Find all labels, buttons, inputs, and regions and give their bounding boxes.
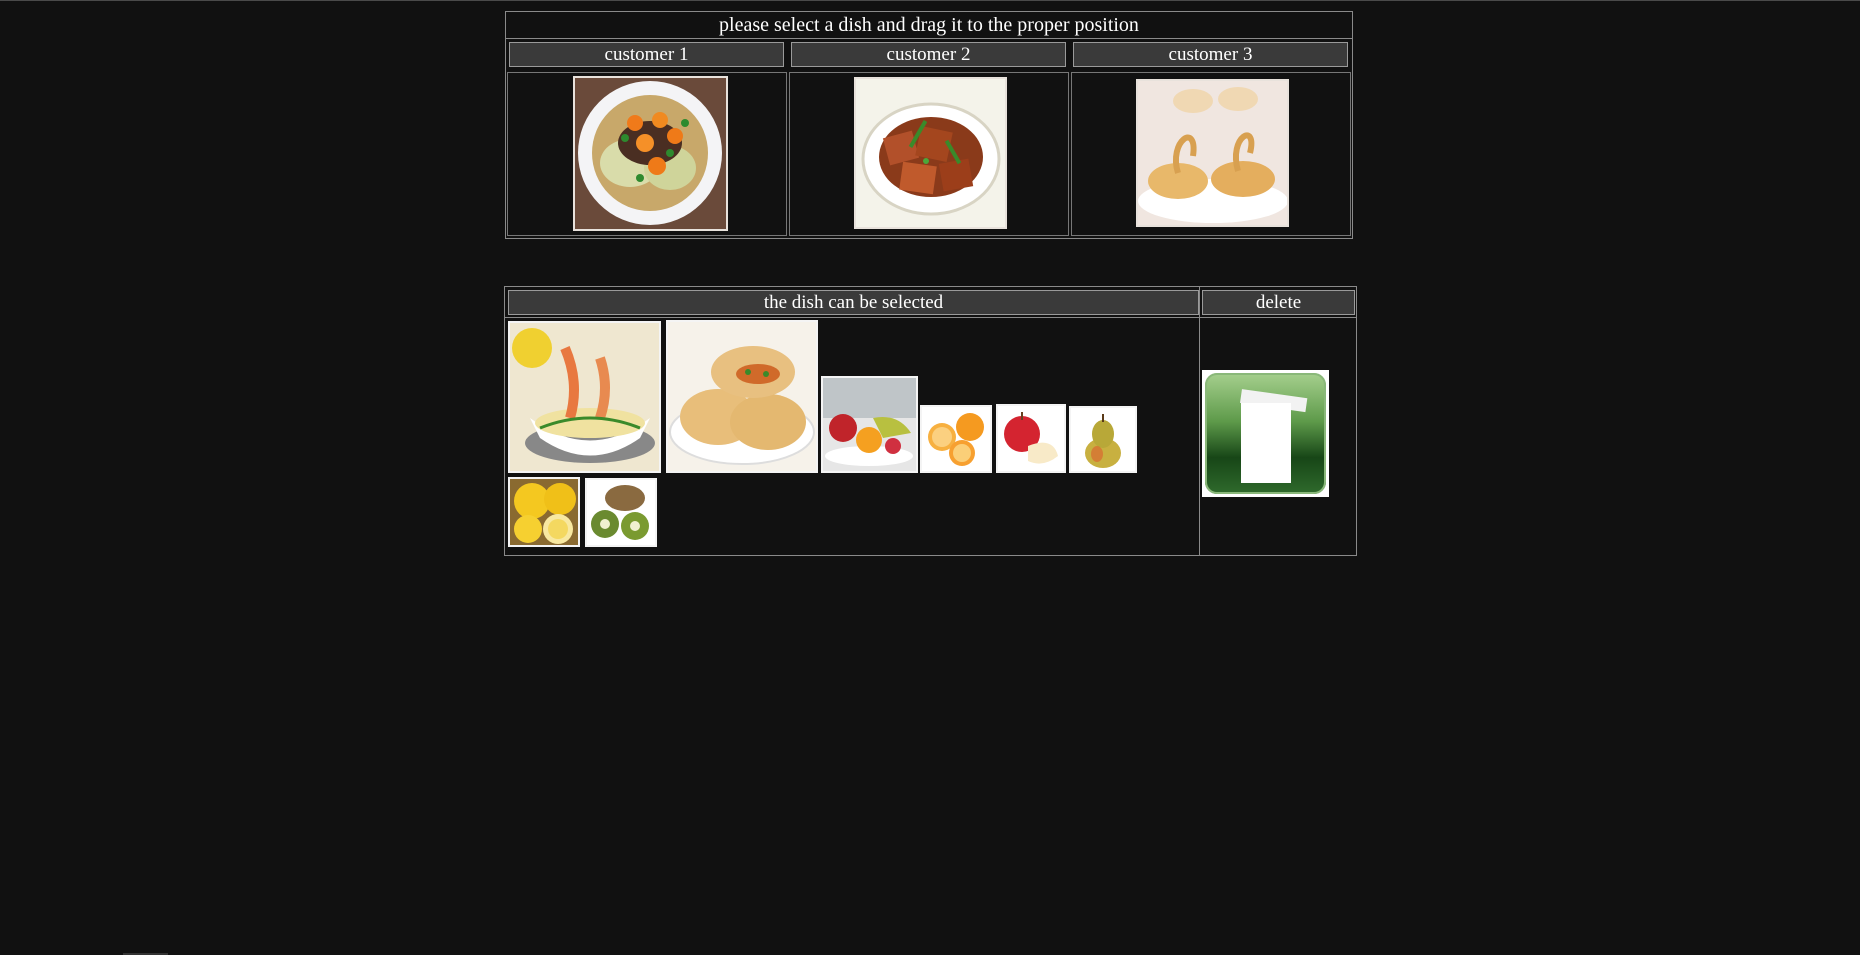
column-divider xyxy=(1199,287,1200,555)
header-divider xyxy=(505,317,1356,318)
dish-panel-header: the dish can be selected xyxy=(508,290,1199,315)
customer-drop-zone-3[interactable] xyxy=(1071,72,1351,236)
apple-icon[interactable] xyxy=(996,404,1066,473)
delete-panel-header: delete xyxy=(1202,290,1355,315)
braised-vegetable-dish-icon[interactable] xyxy=(573,76,728,231)
customer-header-1: customer 1 xyxy=(509,42,784,67)
braised-tofu-dish-icon[interactable] xyxy=(854,77,1007,229)
window-top-border xyxy=(0,0,1860,1)
customer-header-3: customer 3 xyxy=(1073,42,1348,67)
shrimp-dish-icon[interactable] xyxy=(508,321,661,473)
fruit-platter-icon[interactable] xyxy=(821,376,918,473)
trash-body xyxy=(1241,403,1291,483)
customer-table: please select a dish and drag it to the … xyxy=(505,11,1353,239)
kiwi-icon[interactable] xyxy=(585,478,657,547)
swan-cream-puff-dish-icon[interactable] xyxy=(1136,79,1289,227)
lemon-icon[interactable] xyxy=(508,477,580,547)
customer-drop-zone-2[interactable] xyxy=(789,72,1069,236)
pear-icon[interactable] xyxy=(1069,406,1137,473)
customer-column-3: customer 3 xyxy=(1070,42,1351,237)
customer-column-2: customer 2 xyxy=(788,42,1069,237)
trash-can-icon[interactable] xyxy=(1202,370,1329,497)
customer-column-1: customer 1 xyxy=(506,42,787,237)
stuffed-pancake-dish-icon[interactable] xyxy=(666,320,818,473)
customer-drop-zone-1[interactable] xyxy=(507,72,787,236)
customer-header-2: customer 2 xyxy=(791,42,1066,67)
instruction-text: please select a dish and drag it to the … xyxy=(506,12,1352,39)
orange-icon[interactable] xyxy=(920,405,992,473)
dish-table: the dish can be selected delete xyxy=(504,286,1357,556)
trash-can-button[interactable] xyxy=(1205,373,1326,494)
